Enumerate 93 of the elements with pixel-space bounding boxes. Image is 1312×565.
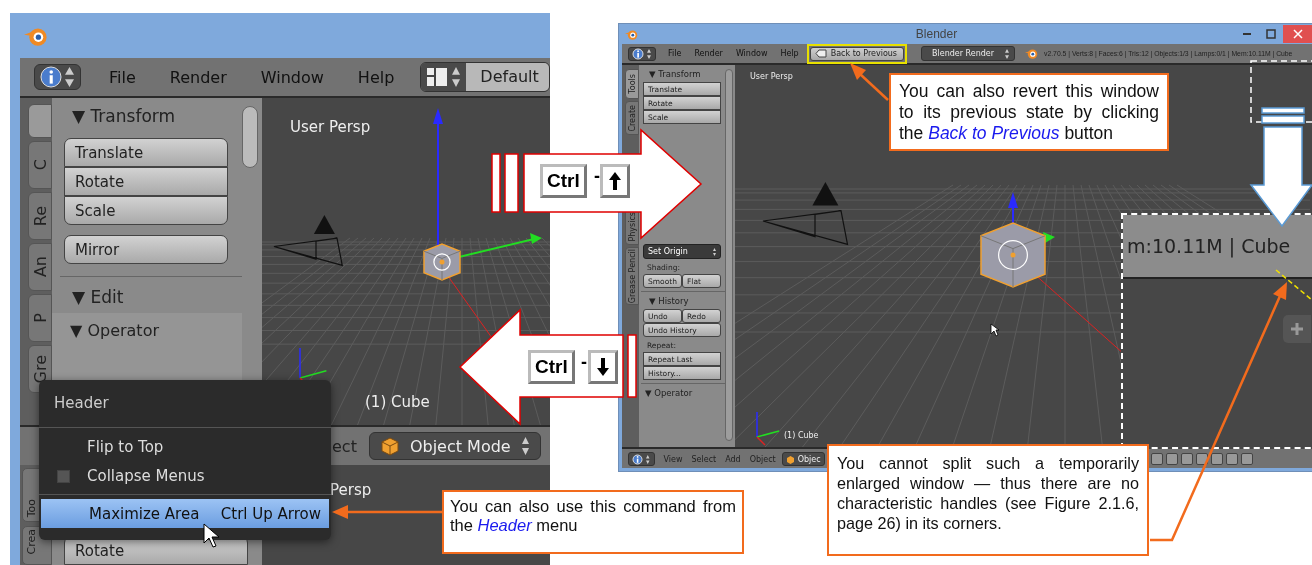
key-separator: - [594, 166, 600, 187]
blender-logo-icon [625, 27, 638, 41]
side-tab[interactable]: Re [28, 192, 52, 240]
panel-header[interactable]: ▼ Transform [72, 106, 228, 126]
back-icon [814, 49, 827, 58]
up-arrow-icon [608, 171, 622, 191]
mode-dropdown[interactable]: Object Mode [368, 432, 541, 460]
object-label: (1) Cube [784, 431, 819, 440]
tool-button[interactable]: Scale [64, 196, 228, 225]
side-tab[interactable]: An [28, 243, 52, 291]
menu-item[interactable]: Window [735, 49, 768, 58]
menu-item[interactable]: Window [260, 67, 324, 87]
cube-icon [785, 454, 795, 464]
plus-icon [1290, 322, 1304, 336]
callout-text: You can also revert this window to its previous state by clicking the Back to Previous button [889, 73, 1169, 151]
up-down-arrows-icon [1004, 47, 1011, 60]
menu-item[interactable]: Object [749, 454, 776, 464]
toolbar-icon[interactable] [1241, 453, 1253, 465]
minimize-icon [1242, 33, 1252, 35]
editor-type-button[interactable] [628, 452, 655, 466]
mouse-pointer-icon [990, 323, 1000, 337]
info-icon [632, 47, 644, 60]
tool-button[interactable]: Rotate [64, 167, 228, 196]
toolbar-icon[interactable] [1226, 453, 1238, 465]
close-button[interactable] [1283, 25, 1312, 43]
toolbar-icon[interactable] [1151, 453, 1163, 465]
view-label: User Persp [750, 72, 793, 81]
toolbar-icon[interactable] [1166, 453, 1178, 465]
info-icon [40, 66, 62, 88]
window-title: Blender [914, 27, 959, 41]
menu-item[interactable]: View [663, 454, 683, 464]
view-label: Persp [330, 481, 372, 499]
checkbox[interactable] [57, 470, 70, 483]
menu-item[interactable]: Help [357, 67, 395, 87]
menu-item[interactable]: Maximize Area Ctrl Up Arrow [41, 499, 329, 528]
shortcut-label: Ctrl Up Arrow [220, 504, 321, 523]
close-icon [1293, 29, 1303, 39]
up-down-arrows-icon [520, 436, 530, 456]
side-tab[interactable]: P [28, 294, 52, 342]
menu-item[interactable]: Render [694, 49, 723, 58]
up-down-arrows-icon [712, 247, 717, 257]
menu-item[interactable]: Flip to Top [39, 432, 331, 461]
up-down-arrows-icon [64, 66, 75, 88]
cube-drawing [980, 222, 1046, 288]
cube-drawing [423, 243, 461, 281]
toolbar-icon[interactable] [1181, 453, 1193, 465]
panel-header[interactable]: ▼ History [649, 296, 721, 306]
set-origin-dropdown[interactable]: Set Origin [643, 244, 721, 259]
callout-text: You cannot split such a temporarily enlarged window — thus there are no characteristic handles (see Figure 2.1.6, page 26) in its corners. [827, 444, 1149, 556]
key-separator: - [581, 352, 587, 373]
callout-text: You can also use this command from the Header menu [442, 490, 744, 554]
menu-title: Header [53, 393, 110, 414]
tool-button[interactable]: Translate [64, 138, 228, 167]
camera-drawing [273, 215, 343, 266]
side-tab[interactable]: C [28, 141, 52, 189]
axis-indicator-drawing [756, 411, 780, 446]
keyboard-key: Ctrl [528, 350, 575, 384]
view-label: User Persp [290, 118, 371, 136]
mouse-pointer-icon [203, 523, 221, 549]
keyboard-key: Ctrl [540, 164, 587, 198]
menu-item[interactable]: File [668, 49, 682, 58]
toolbar-icon[interactable] [1211, 453, 1223, 465]
menu-item[interactable]: Render [169, 67, 227, 87]
side-tab[interactable]: Grease Pencil [625, 247, 639, 305]
object-label: (1) Cube [365, 393, 430, 411]
side-tab[interactable]: Tools [625, 69, 639, 99]
panel-header[interactable]: ▼ Operator [645, 388, 721, 398]
panel-header[interactable]: ▼ Transform [649, 69, 721, 79]
down-arrow-icon [596, 357, 610, 377]
maximize-icon [1266, 29, 1276, 39]
cube-icon [379, 436, 400, 456]
info-icon [632, 453, 643, 465]
scene-statistics: m:10.11M | Cube [1123, 215, 1312, 279]
menu-item[interactable]: Add [725, 454, 741, 464]
dashed-corner-line [1275, 269, 1312, 301]
up-down-arrows-icon [646, 47, 652, 60]
menu-item[interactable]: File [109, 67, 136, 87]
menu-item[interactable]: ect [332, 436, 357, 456]
editor-type-button[interactable] [628, 46, 656, 61]
side-tab[interactable]: Create [625, 101, 639, 135]
panel-header[interactable]: ▼ Edit [72, 287, 228, 307]
add-button[interactable] [1283, 315, 1311, 343]
render-engine-dropdown[interactable]: Blender Render [921, 46, 1016, 61]
up-down-arrows-icon [645, 453, 651, 465]
leader-arrow [850, 63, 889, 101]
menu-item[interactable]: Help [780, 49, 799, 58]
mode-dropdown[interactable]: Objec [781, 452, 825, 466]
side-tab[interactable] [28, 104, 52, 138]
tool-button[interactable]: Mirror [64, 235, 228, 264]
blender-logo-icon [1025, 47, 1039, 60]
editor-type-button[interactable] [34, 64, 81, 90]
menu-item[interactable]: Select [691, 454, 717, 464]
back-to-previous-button[interactable]: Back to Previous [809, 46, 905, 61]
